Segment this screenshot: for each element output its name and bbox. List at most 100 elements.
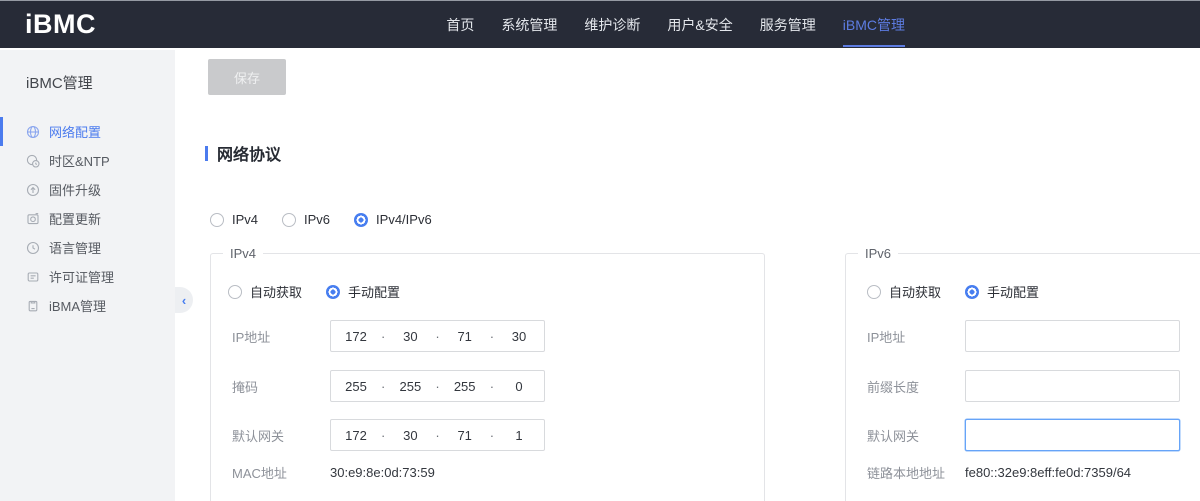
ipv6-panel: IPv6 自动获取 手动配置 IP地址 前缀长度 默认网关 链路本地地址 [845,253,1200,501]
ipv4-ip-label: IP地址 [232,327,270,346]
ip-octet[interactable]: 30 [494,329,544,344]
config-update-icon [26,212,40,226]
ipv4-mac-value: 30:e9:8e:0d:73:59 [330,465,435,480]
sidebar-title: iBMC管理 [26,72,175,93]
ipv4-mac-label: MAC地址 [232,463,287,482]
radio-ipv6-manual[interactable]: 手动配置 [965,282,1039,301]
radio-circle-icon[interactable] [210,213,224,227]
ipv6-gateway-input[interactable] [965,419,1180,451]
radio-circle-icon[interactable] [354,213,368,227]
radio-label: 自动获取 [250,282,302,301]
radio-ipv6[interactable]: IPv6 [282,212,330,227]
ipv6-ip-label: IP地址 [867,327,905,346]
protocol-radio-group: IPv4 IPv6 IPv4/IPv6 [210,212,456,227]
ip-octet[interactable]: 71 [440,428,490,443]
license-doc-icon [26,270,40,284]
nav-item-service[interactable]: 服务管理 [760,15,816,35]
radio-ipv4-auto[interactable]: 自动获取 [228,282,302,301]
sidebar-item-label: 时区&NTP [49,151,110,170]
radio-ipv4-ipv6[interactable]: IPv4/IPv6 [354,212,432,227]
sidebar-item-timezone-ntp[interactable]: 时区&NTP [0,146,175,175]
radio-label: IPv4 [232,212,258,227]
ip-octet[interactable]: 255 [440,379,490,394]
ipv4-gateway-input[interactable]: 172 · 30 · 71 · 1 [330,419,545,451]
radio-label: IPv6 [304,212,330,227]
sidebar-item-label: 语言管理 [49,238,101,257]
ipv4-panel-legend: IPv4 [223,246,263,261]
ipv4-mask-input[interactable]: 255 · 255 · 255 · 0 [330,370,545,402]
sidebar-item-label: 固件升级 [49,180,101,199]
ip-octet[interactable]: 172 [331,329,381,344]
ipv6-ip-input[interactable] [965,320,1180,352]
sidebar-item-label: iBMA管理 [49,296,106,315]
section-title: 网络协议 [217,141,281,165]
ip-octet[interactable]: 255 [331,379,381,394]
radio-circle-icon[interactable] [867,285,881,299]
ipv4-mode-radio-group: 自动获取 手动配置 [228,282,424,301]
ipv6-link-local-row: 链路本地地址 fe80::32e9:8eff:fe0d:7359/64 [846,464,1200,480]
radio-circle-icon[interactable] [326,285,340,299]
main-content: 保存 网络协议 IPv4 IPv6 IPv4/IPv6 IPv4 自动获取 [175,48,1200,501]
save-button[interactable]: 保存 [208,59,286,95]
ipv6-ip-row: IP地址 [846,320,1200,352]
language-clock-icon [26,241,40,255]
radio-label: 自动获取 [889,282,941,301]
ipv6-mode-radio-group: 自动获取 手动配置 [867,282,1063,301]
ipv6-panel-legend: IPv6 [858,246,898,261]
ip-octet[interactable]: 71 [440,329,490,344]
globe-icon [26,125,40,139]
nav-item-home[interactable]: 首页 [446,15,474,35]
ibmc-logo: iBMC [25,9,96,40]
top-bar: iBMC 首页 系统管理 维护诊断 用户&安全 服务管理 iBMC管理 [0,0,1200,48]
nav-item-system[interactable]: 系统管理 [501,15,557,35]
nav-item-user-security[interactable]: 用户&安全 [667,15,732,35]
radio-label: 手动配置 [987,282,1039,301]
radio-circle-icon[interactable] [228,285,242,299]
section-accent-bar [205,146,208,161]
ipv4-mac-row: MAC地址 30:e9:8e:0d:73:59 [211,464,764,480]
radio-ipv4[interactable]: IPv4 [210,212,258,227]
sidebar-item-language[interactable]: 语言管理 [0,233,175,262]
ipv4-ip-row: IP地址 172 · 30 · 71 · 30 [211,320,764,352]
ip-octet[interactable]: 255 [385,379,435,394]
ip-octet[interactable]: 0 [494,379,544,394]
radio-circle-icon[interactable] [965,285,979,299]
chevron-left-icon: ‹ [182,293,186,308]
ipv4-mask-label: 掩码 [232,377,258,396]
ipv6-gateway-label: 默认网关 [867,426,919,445]
ipv4-ip-input[interactable]: 172 · 30 · 71 · 30 [330,320,545,352]
radio-ipv6-auto[interactable]: 自动获取 [867,282,941,301]
sidebar-item-network-config[interactable]: 网络配置 [0,117,175,146]
ipv6-link-local-value: fe80::32e9:8eff:fe0d:7359/64 [965,465,1131,480]
sidebar-item-config-update[interactable]: 配置更新 [0,204,175,233]
ipv6-prefix-label: 前缀长度 [867,377,919,396]
ipv6-link-local-label: 链路本地地址 [867,463,945,482]
ipv4-mask-row: 掩码 255 · 255 · 255 · 0 [211,370,764,402]
ipv4-panel: IPv4 自动获取 手动配置 IP地址 172 · 30 · 71 · 30 [210,253,765,501]
sidebar-item-ibma[interactable]: iBMA管理 [0,291,175,320]
sidebar-item-license[interactable]: 许可证管理 [0,262,175,291]
ip-octet[interactable]: 30 [385,428,435,443]
ip-octet[interactable]: 172 [331,428,381,443]
sidebar-item-firmware-upgrade[interactable]: 固件升级 [0,175,175,204]
ipv6-gateway-row: 默认网关 [846,419,1200,451]
ipv6-prefix-input[interactable] [965,370,1180,402]
section-header: 网络协议 [205,141,281,165]
ibma-package-icon [26,299,40,313]
ip-octet[interactable]: 30 [385,329,435,344]
top-nav: 首页 系统管理 维护诊断 用户&安全 服务管理 iBMC管理 [446,1,905,48]
sidebar-item-label: 配置更新 [49,209,101,228]
ipv4-gateway-row: 默认网关 172 · 30 · 71 · 1 [211,419,764,451]
radio-circle-icon[interactable] [282,213,296,227]
nav-item-ibmc-management[interactable]: iBMC管理 [843,15,905,35]
sidebar-menu: 网络配置 时区&NTP 固件升级 配置更新 [0,117,175,320]
upgrade-arrow-icon [26,183,40,197]
ipv6-prefix-row: 前缀长度 [846,370,1200,402]
sidebar-item-label: 网络配置 [49,122,101,141]
sidebar-item-label: 许可证管理 [49,267,114,286]
radio-label: IPv4/IPv6 [376,212,432,227]
radio-ipv4-manual[interactable]: 手动配置 [326,282,400,301]
ipv4-gateway-label: 默认网关 [232,426,284,445]
ip-octet[interactable]: 1 [494,428,544,443]
nav-item-maintenance[interactable]: 维护诊断 [584,15,640,35]
